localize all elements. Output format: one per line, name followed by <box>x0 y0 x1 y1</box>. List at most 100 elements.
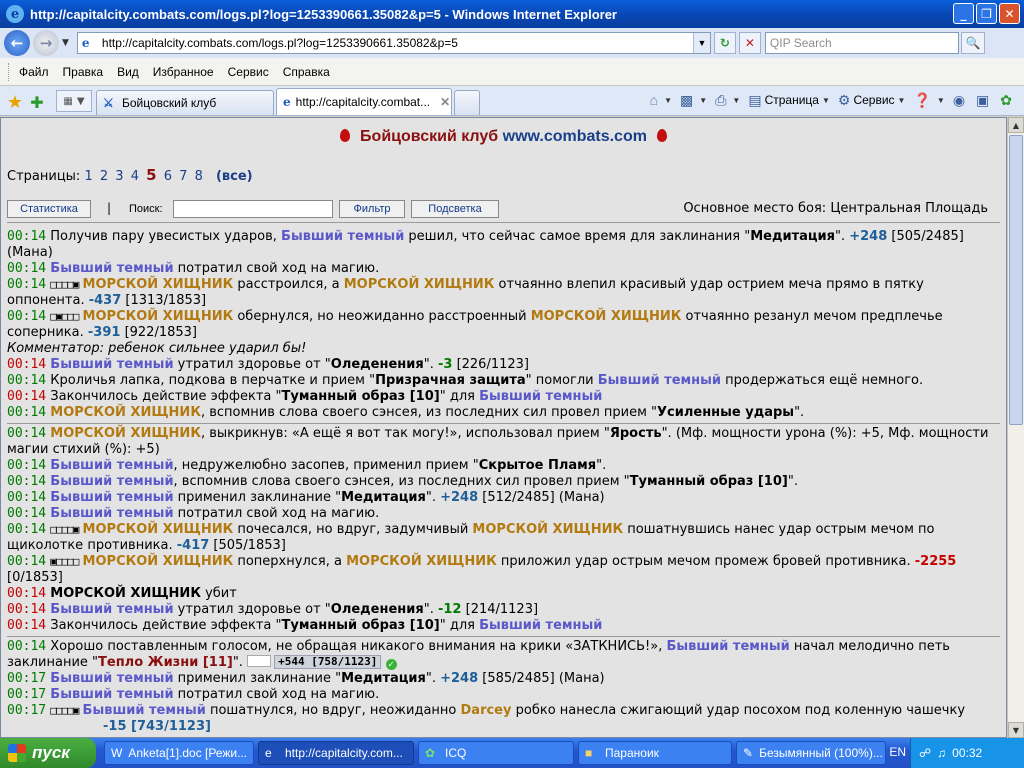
taskbar-item-icq[interactable]: ✿ ICQ <box>418 741 574 765</box>
hit-zone-icon: □□□□▣ <box>50 278 79 291</box>
player-link[interactable]: Бывший темный <box>83 703 206 718</box>
log-search-input[interactable] <box>173 200 333 218</box>
log-line: 00:14 □▣□□□ МОРСКОЙ ХИЩНИК обернулся, но… <box>7 309 943 340</box>
player-link[interactable]: МОРСКОЙ ХИЩНИК <box>346 554 497 569</box>
new-tab-button[interactable] <box>454 90 480 115</box>
page-link-3[interactable]: 3 <box>115 169 123 184</box>
tools-menu-button[interactable]: ⚙ Сервис ▼ <box>835 89 909 111</box>
player-link[interactable]: Бывший темный <box>50 506 173 521</box>
player-link[interactable]: Бывший темный <box>50 458 173 473</box>
search-input[interactable]: QIP Search <box>764 32 959 54</box>
quick-tabs-button[interactable]: ▦ ▼ <box>56 90 92 112</box>
player-link[interactable]: Бывший темный <box>479 618 602 633</box>
menu-file[interactable]: Файл <box>19 65 49 79</box>
help-icon: ❓ <box>913 91 931 108</box>
player-link[interactable]: Бывший темный <box>50 474 173 489</box>
log-line: 00:14 МОРСКОЙ ХИЩНИК, вспомнив слова сво… <box>7 405 805 420</box>
player-link[interactable]: Бывший темный <box>50 357 173 372</box>
menu-favorites[interactable]: Избранное <box>153 65 214 79</box>
vertical-scrollbar[interactable]: ▲ ▼ <box>1007 117 1024 738</box>
player-link[interactable]: МОРСКОЙ ХИЩНИК <box>83 554 234 569</box>
player-link[interactable]: МОРСКОЙ ХИЩНИК <box>83 309 234 324</box>
tab-combats-home[interactable]: ⚔ Бойцовский клуб <box>96 90 274 115</box>
tab-label: http://capitalcity.combat... <box>295 95 431 109</box>
gear-icon: ⚙ <box>837 91 851 108</box>
page-link-6[interactable]: 6 <box>164 169 172 184</box>
maximize-button[interactable]: ❐ <box>976 3 997 24</box>
taskbar-item-word[interactable]: W Anketa[1].doc [Режи... <box>104 741 254 765</box>
page-link-2[interactable]: 2 <box>100 169 108 184</box>
print-button[interactable]: ⎙ ▼ <box>712 89 743 111</box>
turn-divider <box>7 636 1000 637</box>
player-link[interactable]: МОРСКОЙ ХИЩНИК <box>50 426 201 441</box>
search-button[interactable]: 🔍 <box>960 32 985 54</box>
close-button[interactable]: ✕ <box>999 3 1020 24</box>
page-link-4[interactable]: 4 <box>131 169 139 184</box>
player-link[interactable]: МОРСКОЙ ХИЩНИК <box>344 277 495 292</box>
start-button[interactable]: пуск <box>0 738 96 768</box>
player-link[interactable]: Бывший темный <box>479 389 602 404</box>
log-line: 00:14 МОРСКОЙ ХИЩНИК, выкрикнув: «А ещё … <box>7 426 989 457</box>
page-current: 5 <box>146 166 157 184</box>
player-link[interactable]: МОРСКОЙ ХИЩНИК <box>83 277 234 292</box>
player-link[interactable]: Бывший темный <box>598 373 721 388</box>
page-menu-button[interactable]: ▤ Страница ▼ <box>745 89 833 111</box>
icq-icon[interactable]: ✿ <box>997 89 1018 111</box>
player-link[interactable]: Бывший темный <box>50 671 173 686</box>
player-link[interactable]: МОРСКОЙ ХИЩНИК <box>83 522 234 537</box>
player-link[interactable]: МОРСКОЙ ХИЩНИК <box>472 522 623 537</box>
history-dropdown-icon[interactable]: ▼ <box>62 38 69 48</box>
site-url-link[interactable]: www.combats.com <box>503 128 647 145</box>
taskbar-item-paint[interactable]: ✎ Безымянный (100%)... <box>736 741 886 765</box>
stop-button[interactable]: ✕ <box>738 32 761 54</box>
home-button[interactable]: ⌂ ▼ <box>647 89 675 111</box>
tab-logs[interactable]: e http://capitalcity.combat... ✕ <box>276 88 452 115</box>
back-button[interactable]: ← <box>4 30 30 56</box>
menu-tools[interactable]: Сервис <box>228 65 269 79</box>
menu-edit[interactable]: Правка <box>63 65 104 79</box>
help-button[interactable]: ❓ ▼ <box>910 89 947 111</box>
scroll-up-icon[interactable]: ▲ <box>1008 117 1024 133</box>
page-link-all[interactable]: (все) <box>216 169 253 184</box>
player-link[interactable]: МОРСКОЙ ХИЩНИК <box>50 405 201 420</box>
forward-button[interactable]: → <box>33 30 59 56</box>
feeds-button[interactable]: ▩ ▼ <box>677 89 710 111</box>
page-link-8[interactable]: 8 <box>195 169 203 184</box>
player-link[interactable]: Бывший темный <box>50 261 173 276</box>
log-line: 00:14 Бывший темный, вспомнив слова свое… <box>7 474 798 489</box>
filter-button[interactable]: Фильтр <box>339 200 405 218</box>
add-favorite-icon[interactable]: ✚ <box>26 89 48 115</box>
page-link-7[interactable]: 7 <box>179 169 187 184</box>
taskbar-item-folder[interactable]: ■ Параноик <box>578 741 732 765</box>
scroll-thumb[interactable] <box>1009 135 1023 425</box>
player-link[interactable]: Бывший темный <box>50 687 173 702</box>
log-line: 00:14 МОРСКОЙ ХИЩНИК убит <box>7 586 237 601</box>
folder-icon: ■ <box>585 746 593 760</box>
player-link[interactable]: Бывший темный <box>50 490 173 505</box>
menu-help[interactable]: Справка <box>283 65 330 79</box>
player-link[interactable]: Darcey <box>461 703 512 718</box>
tab-close-icon[interactable]: ✕ <box>440 95 450 109</box>
language-indicator[interactable]: EN <box>889 745 906 759</box>
player-link[interactable]: Бывший темный <box>50 602 173 617</box>
taskbar-item-ie[interactable]: e http://capitalcity.com... <box>258 741 414 765</box>
log-line: 00:14 □□□□▣ МОРСКОЙ ХИЩНИК почесался, но… <box>7 522 935 553</box>
stats-button[interactable]: Статистика <box>7 200 91 218</box>
url-field[interactable]: e http://capitalcity.combats.com/logs.pl… <box>76 32 711 54</box>
minimize-button[interactable]: _ <box>953 3 974 24</box>
player-link[interactable]: МОРСКОЙ ХИЩНИК <box>531 309 682 324</box>
favorites-star-icon[interactable]: ★ <box>4 89 26 115</box>
scroll-down-icon[interactable]: ▼ <box>1008 722 1024 738</box>
highlight-button[interactable]: Подсветка <box>411 200 499 218</box>
menu-view[interactable]: Вид <box>117 65 139 79</box>
research-icon[interactable]: ▣ <box>973 89 995 111</box>
player-link[interactable]: Бывший темный <box>281 229 404 244</box>
log-line: 00:14 Бывший темный утратил здоровье от … <box>7 357 529 372</box>
player-link[interactable]: Бывший темный <box>666 639 789 654</box>
volume-icon[interactable]: ♫ <box>937 746 946 760</box>
page-link-1[interactable]: 1 <box>84 169 92 184</box>
url-dropdown-icon[interactable]: ▼ <box>692 33 710 53</box>
network-icon[interactable]: ☍ <box>919 746 931 760</box>
refresh-button[interactable]: ↻ <box>713 32 736 54</box>
messenger-icon[interactable]: ◉ <box>950 89 971 111</box>
